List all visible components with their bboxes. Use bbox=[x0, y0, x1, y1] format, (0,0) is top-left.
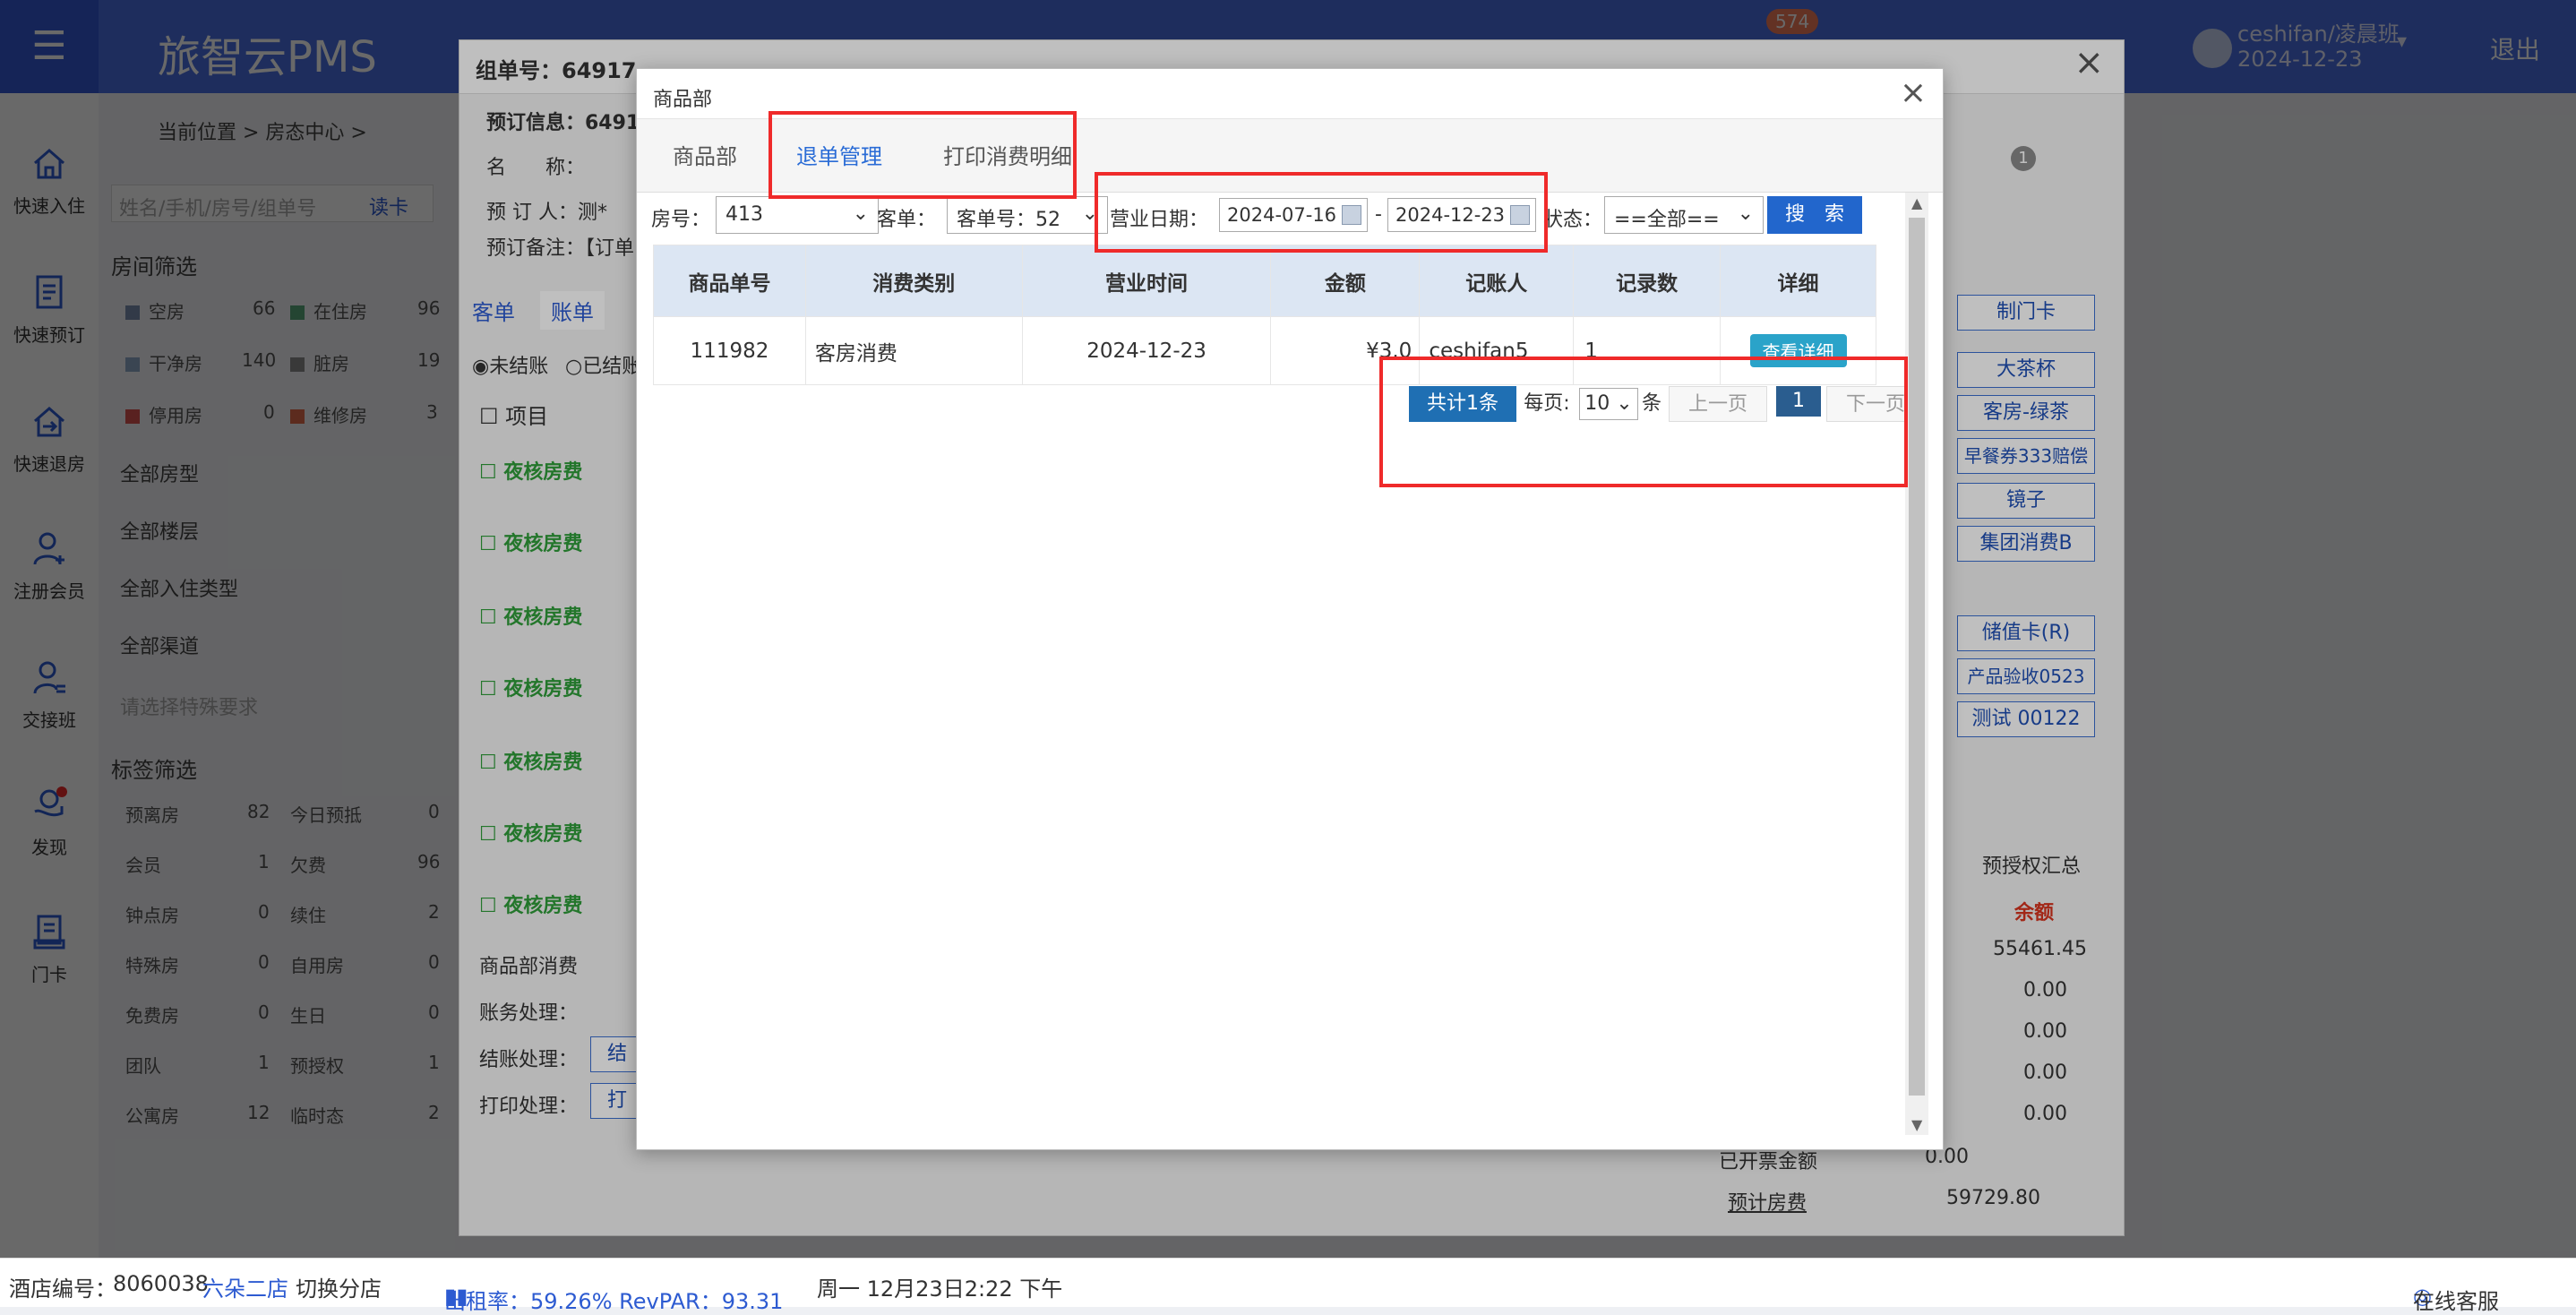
prev-page-button[interactable]: 上一页 bbox=[1669, 386, 1767, 422]
per-page-select[interactable]: 10 ⌄ bbox=[1579, 388, 1638, 420]
scroll-down-icon[interactable]: ▼ bbox=[1911, 1116, 1922, 1133]
close-icon[interactable]: × bbox=[1900, 74, 1927, 111]
date-to-input[interactable]: 2024-12-23 bbox=[1387, 198, 1536, 232]
column-header: 金额 bbox=[1270, 245, 1421, 317]
pagination: 共计1条 每页: 10 ⌄ 条 上一页 1 下一页 bbox=[1400, 386, 1925, 422]
table-row[interactable]: 111982 客房消费 2024-12-23 ¥3.0 ceshifan5 1 … bbox=[653, 316, 1876, 385]
chevron-down-icon: ⌄ bbox=[852, 202, 869, 225]
tab-goods[interactable]: 商品部 bbox=[673, 139, 737, 170]
column-header: 记账人 bbox=[1419, 245, 1575, 317]
room-label: 房号： bbox=[651, 209, 711, 231]
hotel-number: 8060038 bbox=[113, 1271, 209, 1296]
scrollbar-thumb[interactable] bbox=[1909, 218, 1925, 1096]
column-header: 商品单号 bbox=[653, 245, 806, 317]
per-page-unit: 条 bbox=[1641, 392, 1662, 415]
clerk: ceshifan5 bbox=[1419, 316, 1575, 385]
column-header: 营业时间 bbox=[1021, 245, 1272, 317]
consume-category: 客房消费 bbox=[804, 316, 1023, 385]
calendar-icon[interactable] bbox=[1342, 205, 1361, 225]
goods-order-no: 111982 bbox=[653, 316, 806, 385]
per-page-label: 每页: bbox=[1524, 392, 1570, 415]
total-count: 共计1条 bbox=[1409, 386, 1516, 422]
goods-dialog-header: 商品部 × bbox=[637, 69, 1943, 119]
current-datetime: 周一 12月23日2:22 下午 bbox=[817, 1276, 1063, 1302]
business-time: 2024-12-23 bbox=[1021, 316, 1272, 385]
page-number-button[interactable]: 1 bbox=[1776, 386, 1821, 417]
branch-name: 六朵二店 bbox=[202, 1276, 288, 1302]
status-label: 状态： bbox=[1543, 209, 1603, 231]
scroll-up-icon[interactable]: ▲ bbox=[1911, 194, 1922, 211]
column-header: 记录数 bbox=[1573, 245, 1722, 317]
search-button[interactable]: 搜 索 bbox=[1767, 196, 1862, 234]
status-bar: 酒店编号： 8060038 六朵二店 切换分店 ▮▮ 出租率：59.26% Re… bbox=[0, 1258, 2576, 1314]
column-header: 详细 bbox=[1720, 245, 1876, 317]
record-count: 1 bbox=[1573, 316, 1722, 385]
date-from-input[interactable]: 2024-07-16 bbox=[1219, 198, 1368, 232]
scrollbar[interactable]: ▲ ▼ bbox=[1905, 193, 1928, 1135]
view-detail-button[interactable]: 查看详细 bbox=[1749, 334, 1847, 367]
table-header-row: 商品单号 消费类别 营业时间 金额 记账人 记录数 详细 bbox=[653, 245, 1876, 317]
guest-order-select[interactable]: 客单号：52 ⌄ bbox=[947, 196, 1108, 234]
status-select[interactable]: ==全部== ⌄ bbox=[1604, 196, 1764, 234]
calendar-icon[interactable] bbox=[1510, 205, 1530, 225]
tab-print-consumption[interactable]: 打印消费明细 bbox=[943, 139, 1072, 170]
room-select[interactable]: 413 ⌄ bbox=[716, 196, 879, 234]
tab-refund-management[interactable]: 退单管理 bbox=[796, 139, 882, 170]
goods-dialog: 商品部 × 商品部 退单管理 打印消费明细 房号： 413 ⌄ 客单： 客单号：5… bbox=[636, 68, 1944, 1150]
switch-branch-button[interactable]: 切换分店 bbox=[296, 1271, 382, 1302]
refund-table: 商品单号 消费类别 营业时间 金额 记账人 记录数 详细 111982 客房消费… bbox=[653, 245, 1876, 385]
guest-label: 客单： bbox=[877, 209, 937, 231]
filter-bar: 房号： 413 ⌄ 客单： 客单号：52 ⌄ 营业日期： 2024-07-16 - … bbox=[637, 193, 1943, 237]
amount: ¥3.0 bbox=[1270, 316, 1421, 385]
column-header: 消费类别 bbox=[804, 245, 1023, 317]
chevron-down-icon: ⌄ bbox=[1081, 202, 1098, 225]
hotel-label: 酒店编号： bbox=[9, 1276, 116, 1302]
dialog-title: 商品部 bbox=[653, 89, 713, 111]
goods-tabs: 商品部 退单管理 打印消费明细 bbox=[637, 119, 1943, 193]
business-date-label: 营业日期： bbox=[1110, 209, 1209, 231]
chevron-down-icon: ⌄ bbox=[1737, 202, 1754, 225]
date-separator: - bbox=[1375, 203, 1382, 226]
